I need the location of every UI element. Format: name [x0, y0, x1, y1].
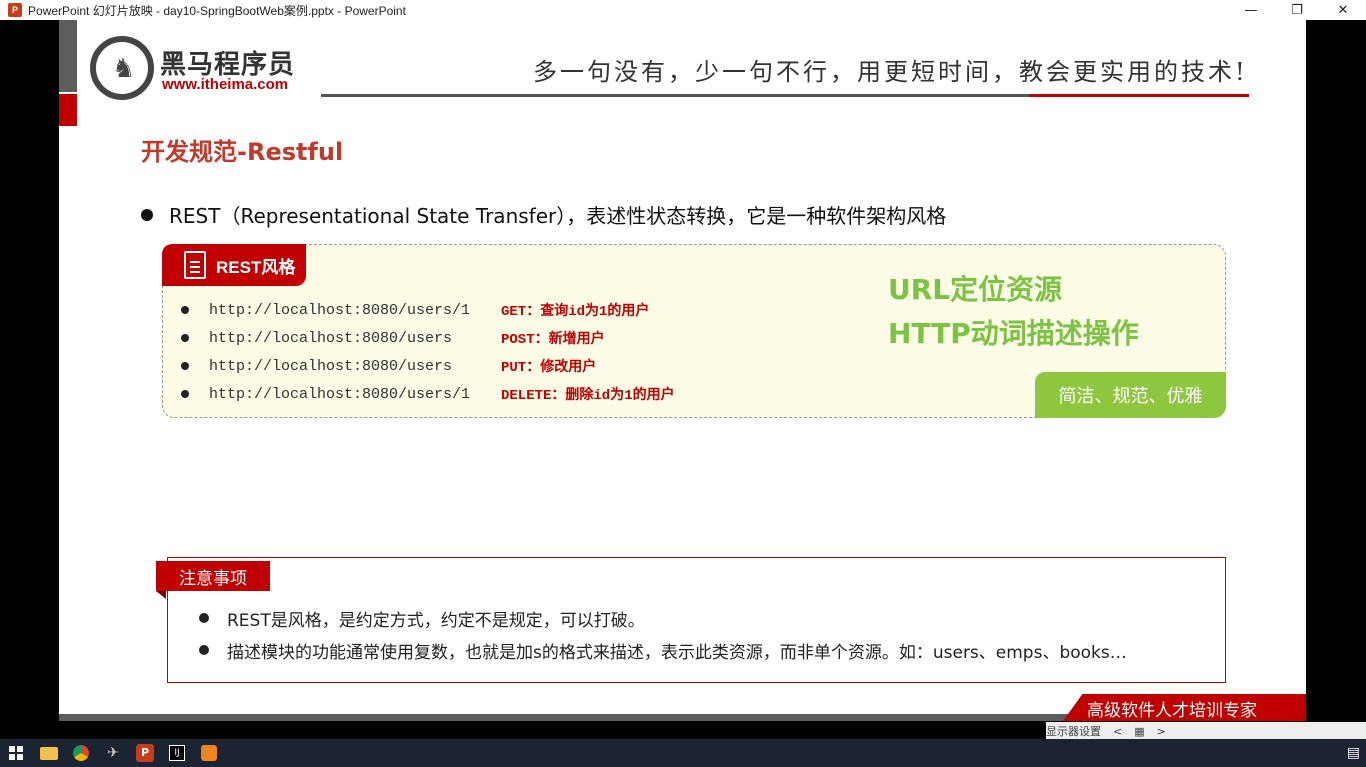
prev-slide-button[interactable]: < [1113, 725, 1122, 738]
folder-icon [40, 746, 58, 760]
bullet-dot [199, 645, 209, 655]
chrome-icon [73, 745, 89, 761]
notes-tab-fold [156, 591, 166, 599]
minimize-button[interactable]: — [1228, 0, 1274, 20]
footer-text: 高级软件人才培训专家 [1087, 701, 1257, 721]
document-icon [184, 251, 206, 279]
list-item: http://localhost:8080/users/1 DELETE：删除i… [181, 380, 675, 408]
header-divider-accent [1029, 94, 1249, 97]
bullet-dot [181, 390, 189, 398]
logo-url: www.itheima.com [162, 76, 289, 93]
notification-icon[interactable]: ▤ [1347, 745, 1360, 761]
bullet-dot [141, 208, 153, 221]
note-text: REST是风格，是约定方式，约定不是规定，可以打破。 [227, 610, 645, 631]
powerpoint-icon: P [8, 3, 22, 17]
bird-icon: ✈ [107, 745, 119, 761]
taskbar-item-bird[interactable]: ✈ [99, 739, 127, 767]
highlight-note: URL定位资源 HTTP动词描述操作 [888, 268, 1139, 356]
api-desc: PUT：修改用户 [501, 360, 597, 376]
window-titlebar: P PowerPoint 幻灯片放映 - day10-SpringBootWeb… [0, 0, 1366, 20]
taskbar-item-app[interactable] [195, 739, 223, 767]
list-item: http://localhost:8080/users POST：新增用户 [181, 324, 675, 352]
note-text: 描述模块的功能通常使用复数，也就是加s的格式来描述，表示此类资源，而非单个资源。… [227, 642, 1127, 663]
display-settings-button[interactable]: 显示器设置 [1046, 723, 1101, 739]
intellij-icon: IJ [169, 745, 185, 761]
taskbar-item-chrome[interactable] [67, 739, 95, 767]
api-url: http://localhost:8080/users/1 [209, 301, 471, 319]
header-divider [321, 94, 1029, 97]
list-item: http://localhost:8080/users/1 GET：查询id为1… [181, 296, 675, 324]
list-item: http://localhost:8080/users PUT：修改用户 [181, 352, 675, 380]
api-url: http://localhost:8080/users [209, 329, 453, 347]
notes-list: REST是风格，是约定方式，约定不是规定，可以打破。 描述模块的功能通常使用复数… [199, 602, 1127, 666]
close-button[interactable]: ✕ [1320, 0, 1366, 20]
bullet-dot [181, 334, 189, 342]
rest-style-tab: REST风格 [162, 244, 306, 286]
highlight-line-1: URL定位资源 [888, 273, 1063, 306]
api-url: http://localhost:8080/users [209, 357, 453, 375]
slide[interactable]: ♞ 黑马程序员 www.itheima.com 多一句没有，少一句不行，用更短时… [59, 20, 1306, 721]
bullet-dot [181, 306, 189, 314]
summary-badge: 简洁、规范、优雅 [1035, 372, 1226, 418]
api-desc: GET：查询id为1的用户 [501, 304, 650, 320]
main-bullet-text: REST（Representational State Transfer），表述… [169, 204, 947, 228]
slideshow-stage: ♞ 黑马程序员 www.itheima.com 多一句没有，少一句不行，用更短时… [0, 20, 1366, 740]
api-url: http://localhost:8080/users/1 [209, 385, 471, 403]
bullet-dot [199, 613, 209, 623]
list-item: REST是风格，是约定方式，约定不是规定，可以打破。 [199, 602, 1127, 634]
header-decoration-gray [59, 20, 77, 92]
next-slide-button[interactable]: > [1157, 725, 1166, 738]
header-decoration-red [59, 94, 77, 126]
main-bullet: REST（Representational State Transfer），表述… [141, 200, 946, 229]
api-desc: POST：新增用户 [501, 332, 605, 348]
horse-icon: ♞ [112, 54, 136, 84]
presenter-controls: 显示器设置 < ▦ > [1046, 722, 1366, 740]
list-item: 描述模块的功能通常使用复数，也就是加s的格式来描述，表示此类资源，而非单个资源。… [199, 634, 1127, 666]
window-title: PowerPoint 幻灯片放映 - day10-SpringBootWeb案例… [28, 3, 406, 18]
logo-icon: ♞ [90, 36, 154, 100]
slogan: 多一句没有，少一句不行，用更短时间，教会更实用的技术! [533, 58, 1248, 86]
rest-style-label: REST风格 [216, 257, 296, 277]
taskbar: ✈ P IJ ▤ [0, 739, 1366, 767]
slide-grid-button[interactable]: ▦ [1134, 725, 1144, 738]
windows-start-icon[interactable] [9, 746, 23, 760]
highlight-line-2: HTTP动词描述操作 [888, 317, 1139, 350]
powerpoint-icon: P [136, 744, 154, 762]
taskbar-item-powerpoint[interactable]: P [131, 739, 159, 767]
api-list: http://localhost:8080/users/1 GET：查询id为1… [181, 296, 675, 408]
api-desc: DELETE：删除id为1的用户 [501, 388, 675, 404]
bullet-dot [181, 362, 189, 370]
slide-title: 开发规范-Restful [141, 138, 344, 166]
notes-tab: 注意事项 [156, 561, 270, 591]
maximize-button[interactable]: ❐ [1274, 0, 1320, 20]
taskbar-item-intellij[interactable]: IJ [163, 739, 191, 767]
app-icon [201, 745, 217, 761]
taskbar-item-explorer[interactable] [35, 739, 63, 767]
